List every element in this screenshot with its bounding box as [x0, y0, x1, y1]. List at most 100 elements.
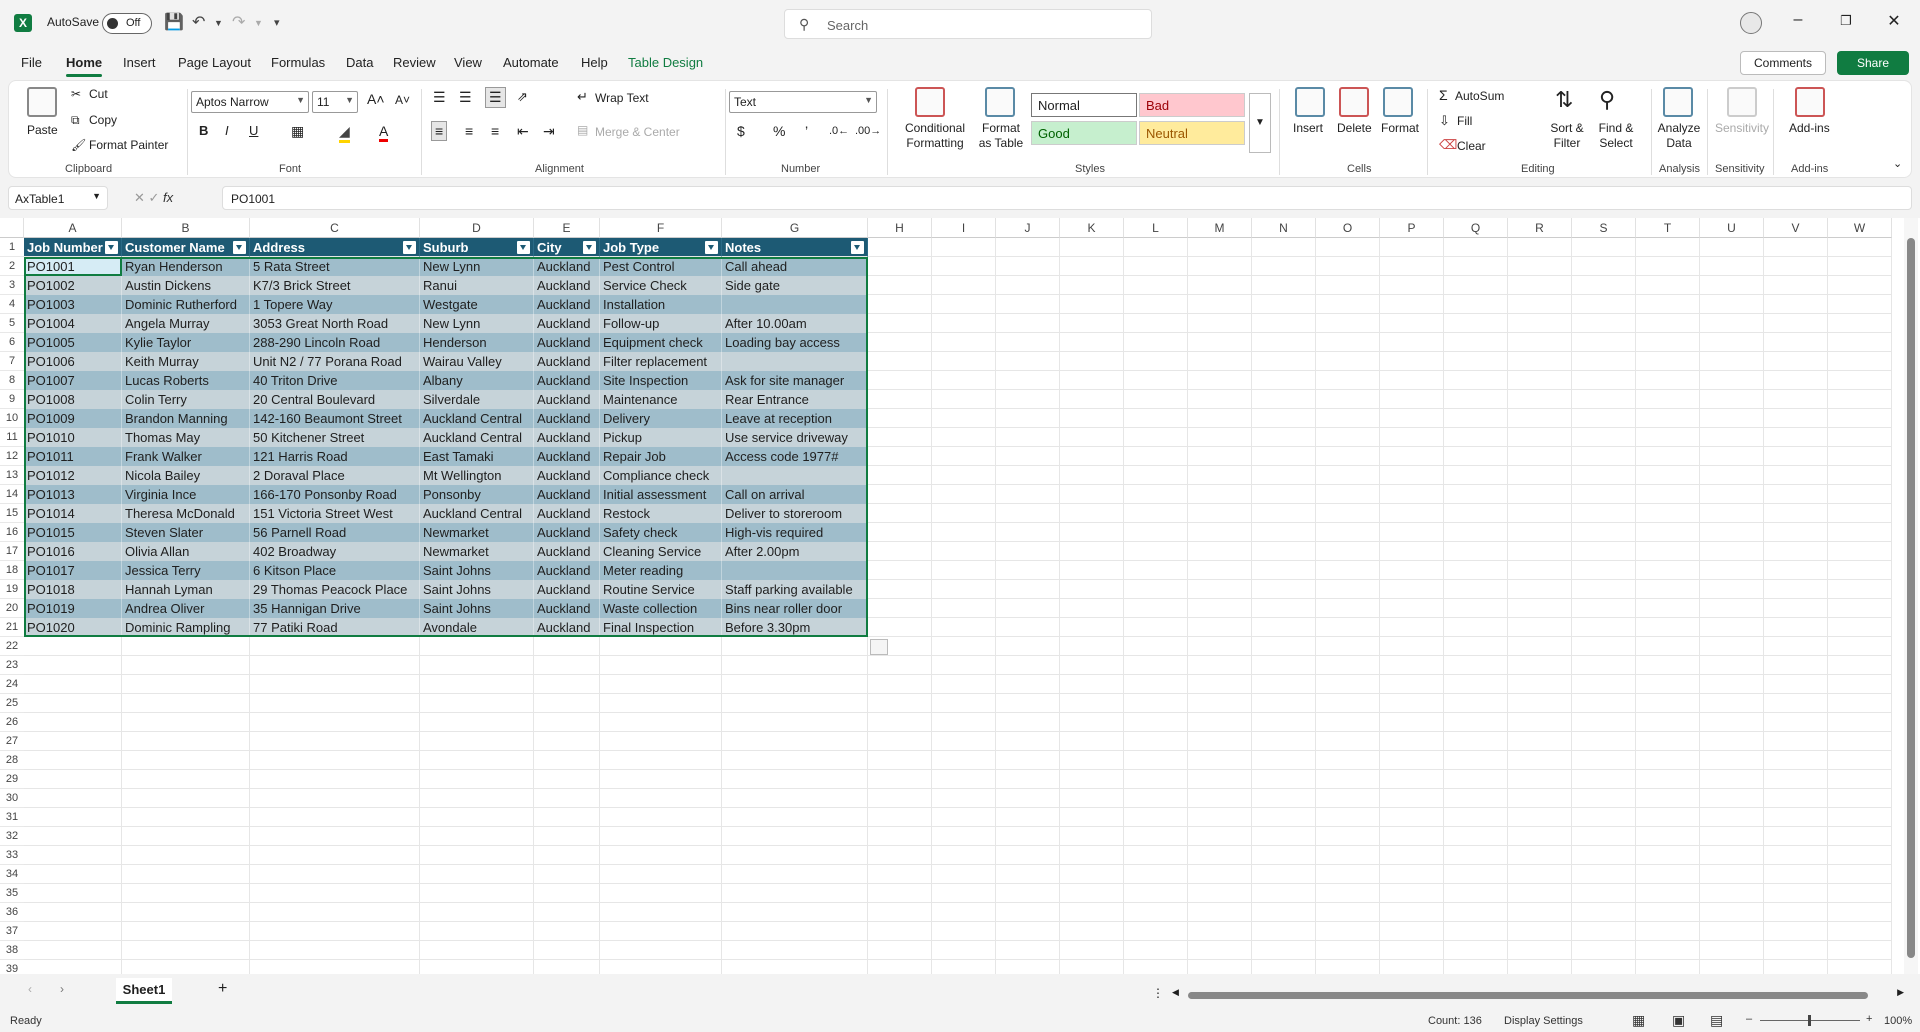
table-cell[interactable]: 35 Hannigan Drive [250, 599, 420, 618]
menu-formulas[interactable]: Formulas [271, 55, 325, 70]
table-cell[interactable]: Auckland [534, 390, 600, 409]
cell[interactable] [534, 827, 600, 846]
cell[interactable] [1316, 960, 1380, 974]
cell[interactable] [1380, 922, 1444, 941]
cell[interactable] [1828, 523, 1892, 542]
row-header[interactable]: 9 [0, 390, 24, 409]
cell[interactable] [1636, 903, 1700, 922]
cell[interactable] [1828, 257, 1892, 276]
cell[interactable] [1700, 656, 1764, 675]
cell[interactable] [1700, 732, 1764, 751]
cell[interactable] [1508, 390, 1572, 409]
table-cell[interactable]: Kylie Taylor [122, 333, 250, 352]
row-header[interactable]: 3 [0, 276, 24, 295]
cell[interactable] [1700, 257, 1764, 276]
table-cell[interactable]: 20 Central Boulevard [250, 390, 420, 409]
find-select-icon[interactable]: ⚲ [1599, 87, 1615, 113]
cell[interactable] [1380, 257, 1444, 276]
cell[interactable] [1508, 713, 1572, 732]
horizontal-scrollbar[interactable]: ◀ ▶ [1172, 987, 1904, 1000]
copy-icon[interactable]: ⧉ [71, 113, 80, 128]
cell[interactable] [250, 713, 420, 732]
table-cell[interactable]: Follow-up [600, 314, 722, 333]
cell[interactable] [250, 941, 420, 960]
cell[interactable] [1572, 504, 1636, 523]
cell[interactable] [1124, 922, 1188, 941]
cell[interactable] [1764, 637, 1828, 656]
cell[interactable] [1188, 846, 1252, 865]
cell[interactable] [1700, 903, 1764, 922]
cell[interactable] [1444, 884, 1508, 903]
save-icon[interactable]: 💾 [164, 12, 184, 32]
cell[interactable] [1252, 580, 1316, 599]
cell[interactable] [1124, 827, 1188, 846]
sort-filter-button[interactable]: Sort & Filter [1539, 121, 1595, 151]
cell[interactable] [534, 941, 600, 960]
table-cell[interactable]: PO1007 [24, 371, 122, 390]
cell[interactable] [1572, 485, 1636, 504]
table-cell[interactable]: Dominic Rutherford [122, 295, 250, 314]
table-header-cell[interactable]: Job Type [600, 238, 722, 257]
cell[interactable] [1252, 960, 1316, 974]
table-cell[interactable]: Auckland [534, 580, 600, 599]
cell[interactable] [1252, 694, 1316, 713]
cell[interactable] [868, 865, 932, 884]
cell[interactable] [1380, 447, 1444, 466]
cell[interactable] [996, 789, 1060, 808]
table-cell[interactable]: Saint Johns [420, 599, 534, 618]
cell[interactable] [250, 751, 420, 770]
row-header[interactable]: 10 [0, 409, 24, 428]
cell[interactable] [722, 637, 868, 656]
cell[interactable] [1700, 371, 1764, 390]
cell[interactable] [534, 789, 600, 808]
cell[interactable] [1380, 466, 1444, 485]
cell[interactable] [1316, 523, 1380, 542]
cell[interactable] [1124, 903, 1188, 922]
column-header[interactable]: H [868, 218, 932, 238]
cell[interactable] [1188, 295, 1252, 314]
table-cell[interactable]: Waste collection [600, 599, 722, 618]
cell[interactable] [24, 713, 122, 732]
cell[interactable] [996, 276, 1060, 295]
table-cell[interactable]: PO1011 [24, 447, 122, 466]
cell[interactable] [1572, 333, 1636, 352]
align-top-icon[interactable]: ☰ [433, 89, 446, 106]
cell[interactable] [1636, 656, 1700, 675]
cell[interactable] [868, 447, 932, 466]
cell[interactable] [722, 770, 868, 789]
cell[interactable] [1572, 770, 1636, 789]
customize-qat-icon[interactable]: ▾ [274, 16, 280, 29]
cell[interactable] [1252, 542, 1316, 561]
cell[interactable] [1700, 941, 1764, 960]
cell[interactable] [932, 713, 996, 732]
cell[interactable] [1828, 922, 1892, 941]
cell[interactable] [1124, 884, 1188, 903]
cell[interactable] [1188, 789, 1252, 808]
cell[interactable] [1252, 333, 1316, 352]
cell[interactable] [1700, 827, 1764, 846]
cell[interactable] [1060, 789, 1124, 808]
cell[interactable] [1316, 314, 1380, 333]
cell[interactable] [1700, 352, 1764, 371]
cell[interactable] [1380, 504, 1444, 523]
increase-indent-icon[interactable]: ⇥ [543, 123, 555, 140]
cell[interactable] [1444, 390, 1508, 409]
zoom-slider[interactable] [1760, 1015, 1860, 1026]
cell[interactable] [1124, 257, 1188, 276]
add-ins-icon[interactable] [1795, 87, 1825, 117]
cell[interactable] [996, 903, 1060, 922]
table-cell[interactable]: 121 Harris Road [250, 447, 420, 466]
table-cell[interactable]: Jessica Terry [122, 561, 250, 580]
cell[interactable] [1380, 314, 1444, 333]
cell[interactable] [534, 846, 600, 865]
cell[interactable] [1444, 922, 1508, 941]
table-cell[interactable]: Auckland [534, 276, 600, 295]
cell[interactable] [1764, 447, 1828, 466]
format-painter-button[interactable]: Format Painter [89, 138, 168, 152]
table-cell[interactable]: PO1017 [24, 561, 122, 580]
cell[interactable] [1636, 618, 1700, 637]
cell[interactable] [1508, 618, 1572, 637]
increase-decimal-icon[interactable]: .0← [829, 125, 849, 137]
cell[interactable] [932, 523, 996, 542]
normal-view-icon[interactable]: ▦ [1632, 1012, 1645, 1029]
